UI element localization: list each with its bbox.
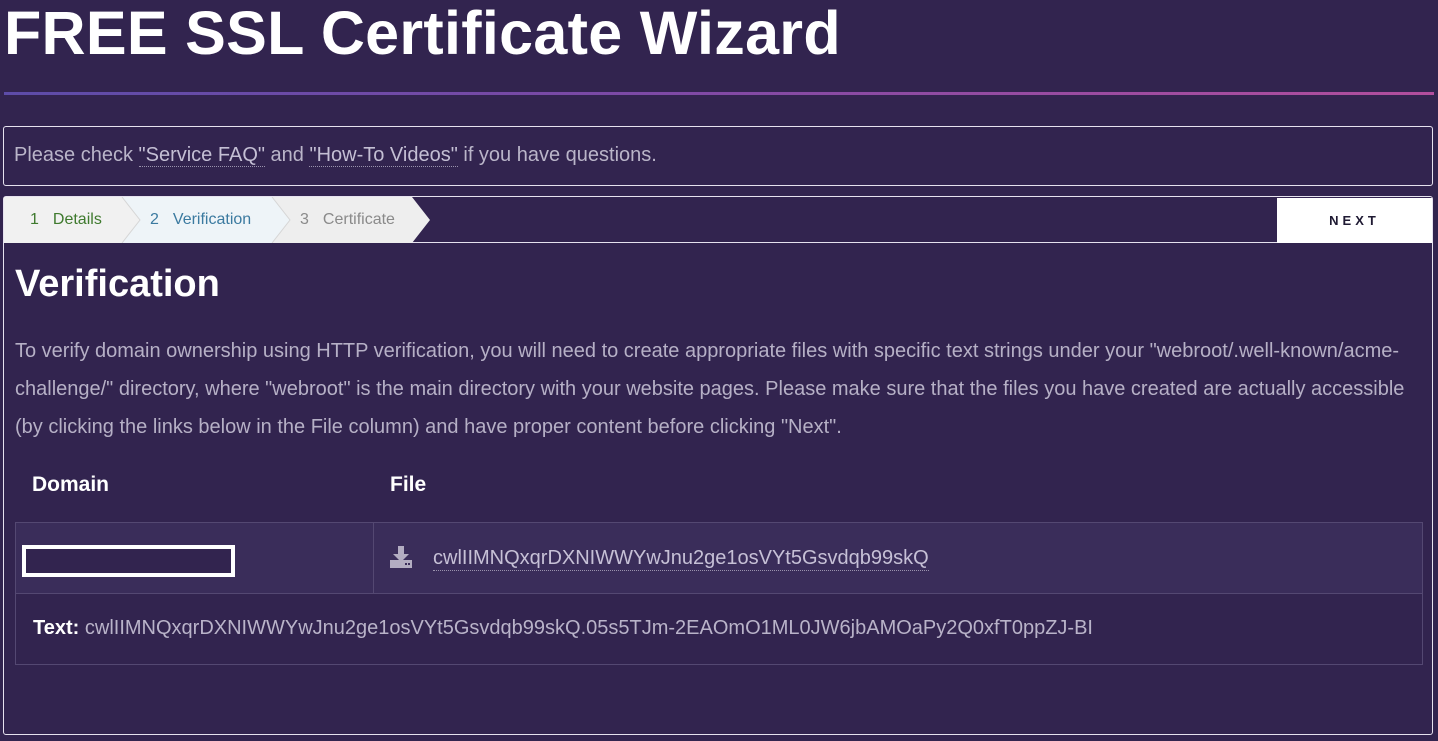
challenge-text-row: Text: cwlIIMNQxqrDXNIWWYwJnu2ge1osVYt5Gs… [33,617,1093,640]
download-icon[interactable] [390,546,412,568]
page-title: FREE SSL Certificate Wizard [4,0,841,67]
challenge-file-link[interactable]: cwlIIMNQxqrDXNIWWYwJnu2ge1osVYt5Gsvdqb99… [433,547,929,571]
verification-instructions: To verify domain ownership using HTTP ve… [15,340,1405,438]
domain-value-redacted [22,545,235,577]
step-certificate-number: 3 [300,211,309,228]
text-label: Text: [33,617,80,639]
step-certificate[interactable]: 3 Certificate [272,197,432,243]
step-certificate-label: Certificate [322,211,395,228]
wizard-panel: 1 Details 2 Verification 3 Certificate NEXT… [3,196,1433,735]
notice-middle: and [264,144,310,166]
title-divider [4,92,1434,95]
column-header-domain: Domain [32,473,110,496]
step-details-label: Details [52,211,102,228]
wizard-steps: 1 Details 2 Verification 3 Certificate NEXT [4,197,1432,243]
column-header-file: File [390,473,427,496]
challenge-text-value: cwlIIMNQxqrDXNIWWYwJnu2ge1osVYt5Gsvdqb99… [84,617,1093,639]
section-title: Verification [15,263,220,305]
how-to-videos-link[interactable]: "How-To Videos" [309,144,458,167]
step-verification[interactable]: 2 Verification [122,197,287,243]
service-faq-link[interactable]: "Service FAQ" [138,144,265,167]
cell-divider [373,523,374,594]
help-notice: Please check "Service FAQ" and "How-To V… [3,126,1433,186]
step-verification-number: 2 [150,211,159,228]
step-details-number: 1 [30,211,39,228]
next-button[interactable]: NEXT [1277,198,1432,243]
verification-table: cwlIIMNQxqrDXNIWWYwJnu2ge1osVYt5Gsvdqb99… [15,522,1423,665]
step-verification-label: Verification [172,211,252,228]
table-row: cwlIIMNQxqrDXNIWWYwJnu2ge1osVYt5Gsvdqb99… [16,523,1422,594]
notice-prefix: Please check [14,144,139,166]
notice-suffix: if you have questions. [457,144,657,166]
